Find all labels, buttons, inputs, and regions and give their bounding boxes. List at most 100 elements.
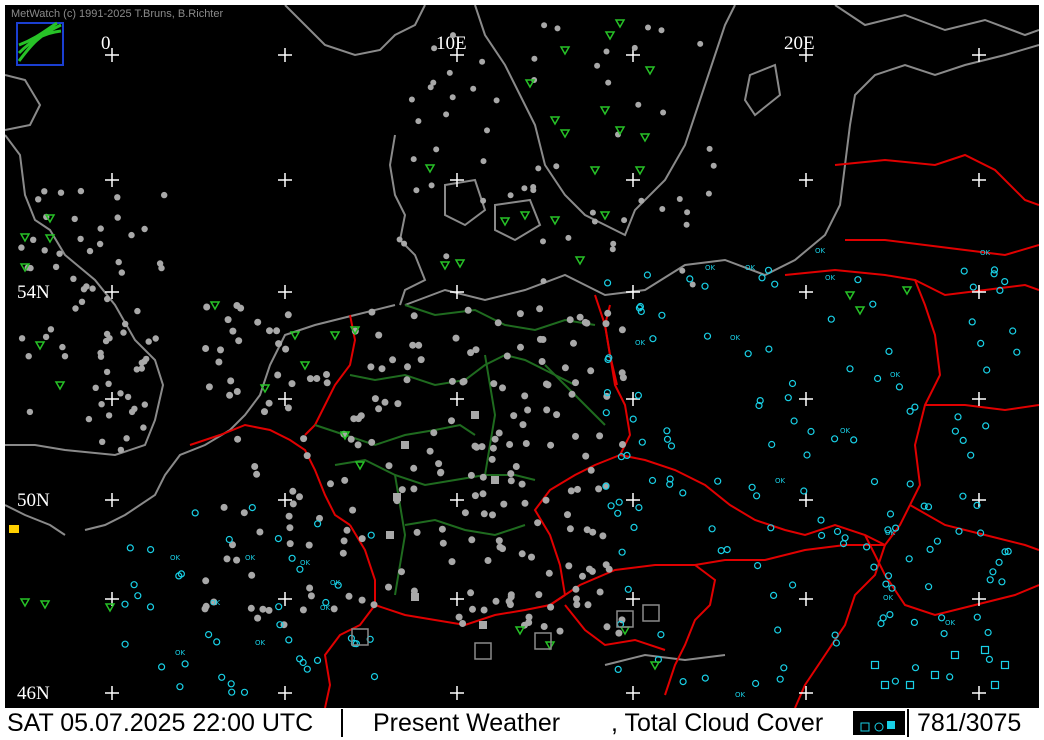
station-dot [340,537,348,545]
station-dot [506,601,514,609]
border-sk-hu [694,544,887,708]
cloud-cover-symbol [905,555,913,563]
cloud-cover-symbol [989,568,997,576]
station-dot [542,380,550,388]
coastline-norway [284,5,426,57]
weather-symbol [34,341,46,351]
weather-map[interactable]: 0 10E 20E 54N 50N 46N OK OK OK OK OK OK OK OK OK… [5,5,1039,708]
station-dot [18,335,26,342]
station-dot [282,345,290,353]
station-dot [251,463,259,470]
weather-symbol [559,46,571,56]
station-dot [479,58,486,65]
cloud-cover-symbol [703,332,712,340]
cloud-cover-symbol [630,523,638,532]
station-dot [556,627,564,635]
weather-symbol [329,331,341,341]
weather-symbol [589,166,601,176]
station-dot [491,435,499,443]
cloud-cover-symbol [602,409,610,417]
cloud-cover-symbol [937,614,946,622]
station-dot [568,390,576,398]
station-dot [480,158,487,165]
station-dot [18,244,25,251]
cloud-cover-symbol [959,492,967,500]
station-dot [518,480,526,488]
station-dot [103,368,111,376]
graticule [105,48,986,700]
station-dot [286,524,294,532]
weather-symbol [844,291,856,301]
station-dot [161,191,168,199]
station-dot [516,310,524,318]
station-dot [215,358,223,366]
station-dot [676,196,683,202]
station-dot [572,379,579,387]
station-dot [96,240,104,248]
station-dot [404,363,411,371]
station-dot [507,477,515,485]
cloud-cover-symbol [830,435,839,443]
station-dot [403,376,411,384]
station-dot [274,371,282,379]
station-dot [105,380,112,387]
station-dot [660,109,667,116]
station-dot [410,312,418,320]
station-dot [446,69,453,76]
station-dot [572,585,580,593]
border-de-nl [304,314,357,436]
cloud-cover-symbol [886,610,894,619]
border-baltic [834,153,1039,257]
cloud-cover-symbol [998,578,1006,586]
cloud-cover-symbol [634,391,643,399]
cloud-cover-symbol [946,673,954,681]
station-dot [431,45,438,52]
label-lat-54n: 54N [17,282,50,303]
weather-symbol [644,66,656,76]
weather-symbol [19,233,31,243]
station-dot [684,209,691,216]
cloud-cover-symbol [771,280,779,288]
station-dot [371,395,379,403]
station-dot [517,343,524,351]
cloud-cover-symbol [717,546,725,555]
cloud-cover-symbol [708,525,716,533]
cloud-cover-symbol [846,365,854,373]
ok-label: OK [730,334,741,342]
warning-marker [9,525,19,533]
cloud-cover-symbol [841,534,849,542]
station-dot [706,145,713,152]
cloud-cover-symbol [850,436,858,444]
ok-label: OK [245,554,256,562]
station-dot [83,283,90,290]
station-dot [327,480,334,488]
cloud-cover-symbol [924,503,933,511]
coastline-gotland [743,63,782,117]
station-dot [586,565,593,573]
station-dot [254,614,262,622]
station-dot [275,340,283,348]
label-lon-0: 0 [101,33,111,54]
station-markers[interactable]: OK OK OK OK OK OK OK OK OK OK OK OK OK OK OK OK OK OK OK OK… [9,19,1021,699]
cloud-cover-symbol [886,510,895,518]
station-dot [506,441,514,448]
cloud-cover-symbol [780,664,788,672]
station-dot [114,214,121,221]
datetime-label: SAT 05.07.2025 22:00 UTC [7,709,314,737]
station-dot [528,553,535,561]
station-dot [303,452,311,460]
station-dot [566,316,574,324]
weather-symbol [289,331,301,341]
station-dot [57,189,65,196]
cloud-cover-symbol [910,618,919,627]
cloud-cover-symbol [784,394,792,402]
station-dot [141,225,148,233]
overcast-square [471,411,479,419]
station-dot [307,592,315,600]
cloud-cover-symbol [227,680,235,688]
station-dot [385,462,393,470]
station-dot [330,605,338,613]
cloud-cover-symbol [667,442,676,450]
station-dot [534,519,542,527]
station-dot [480,197,487,204]
